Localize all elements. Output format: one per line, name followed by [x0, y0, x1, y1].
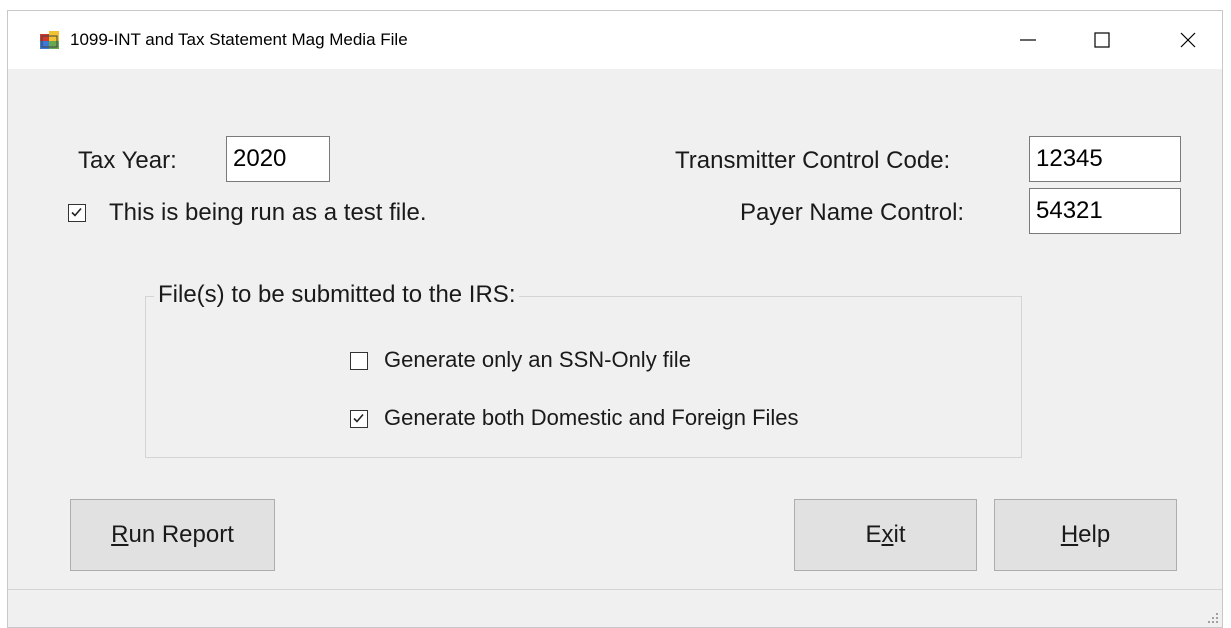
tax-year-label: Tax Year: [78, 147, 177, 174]
run-report-mnemonic: R [111, 521, 129, 548]
maximize-button[interactable] [1072, 17, 1132, 63]
minimize-button[interactable] [998, 17, 1058, 63]
ssn-only-label[interactable]: Generate only an SSN-Only file [384, 347, 691, 373]
tax-year-input[interactable] [226, 136, 330, 182]
run-report-button[interactable]: Run Report [70, 499, 275, 571]
resize-grip-icon[interactable] [1207, 612, 1219, 624]
exit-button[interactable]: Ex it [794, 499, 977, 571]
close-icon [1180, 32, 1196, 48]
test-file-checkbox[interactable] [68, 204, 86, 222]
checkmark-icon [353, 413, 364, 423]
test-file-label[interactable]: This is being run as a test file. [109, 199, 426, 227]
ssn-only-checkbox[interactable] [350, 352, 368, 370]
irs-submission-groupbox: File(s) to be submitted to the IRS: Gene… [145, 281, 1022, 458]
domestic-foreign-checkbox[interactable] [350, 410, 368, 428]
maximize-icon [1094, 32, 1110, 48]
transmitter-control-code-input[interactable] [1029, 136, 1181, 182]
domestic-foreign-label[interactable]: Generate both Domestic and Foreign Files [384, 405, 799, 431]
help-button[interactable]: Help [994, 499, 1177, 571]
checkmark-icon [71, 207, 82, 217]
run-report-label: un Report [128, 521, 234, 548]
main-window: 1099-INT and Tax Statement Mag Media Fil… [7, 10, 1223, 628]
help-mnemonic: H [1060, 521, 1079, 548]
transmitter-control-code-label: Transmitter Control Code: [675, 147, 951, 174]
payer-name-control-label: Payer Name Control: [740, 199, 965, 226]
title-bar[interactable]: 1099-INT and Tax Statement Mag Media Fil… [8, 11, 1222, 69]
exit-label-start: E [865, 521, 882, 548]
payer-name-control-input[interactable] [1029, 188, 1181, 234]
window-title: 1099-INT and Tax Statement Mag Media Fil… [70, 30, 408, 49]
close-button[interactable] [1158, 17, 1218, 63]
exit-label-end: it [893, 521, 906, 548]
groupbox-title: File(s) to be submitted to the IRS: [154, 281, 520, 309]
minimize-icon [1020, 39, 1036, 41]
help-label: elp [1078, 521, 1111, 548]
status-bar-divider [8, 589, 1222, 590]
exit-mnemonic: x [881, 521, 894, 548]
app-form-icon [40, 31, 60, 49]
